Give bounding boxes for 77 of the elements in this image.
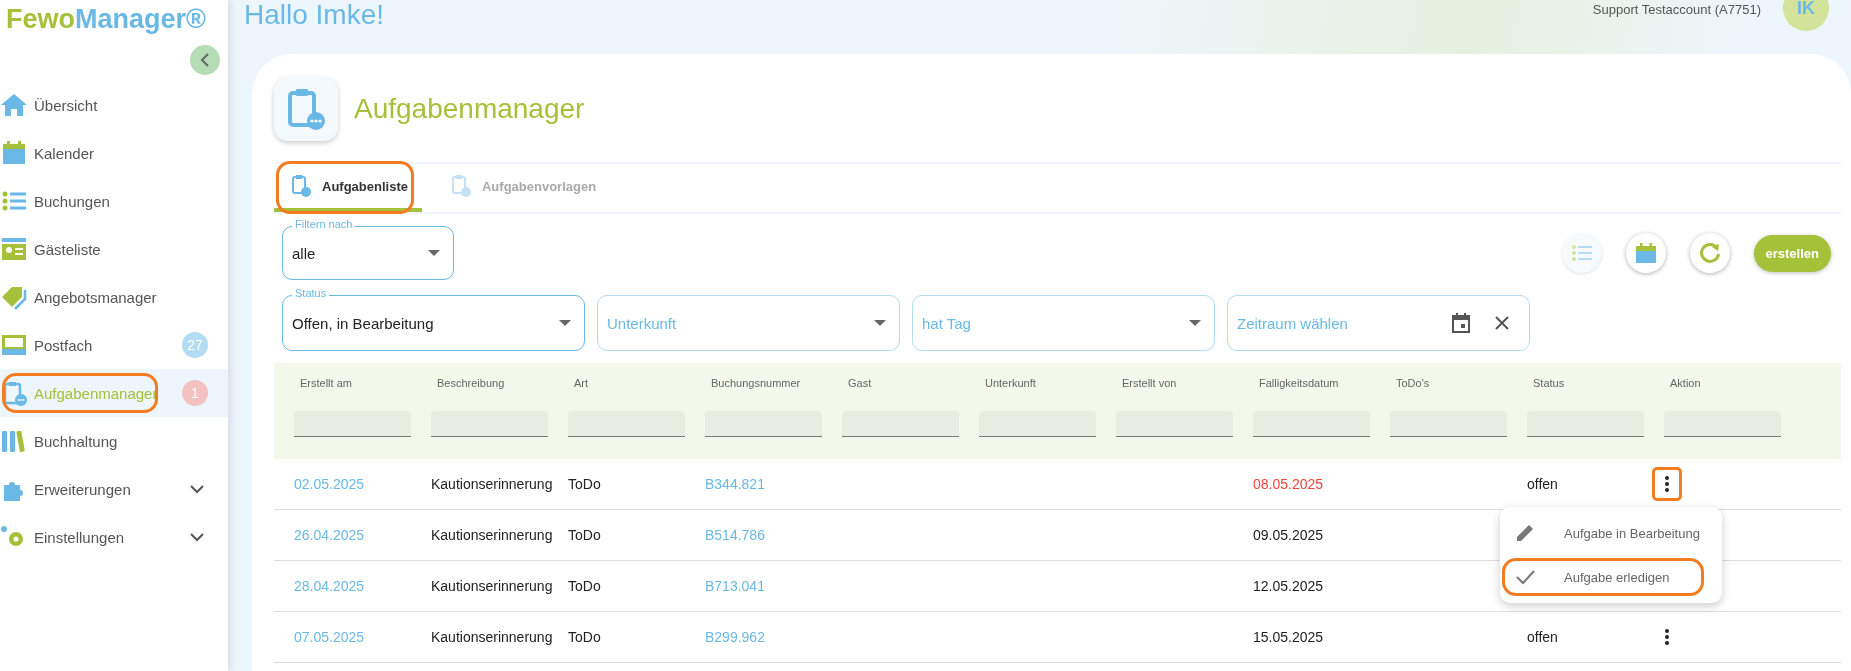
list-icon [1570, 243, 1593, 263]
menu-item[interactable]: Aufgabe in Bearbeitung [1500, 511, 1722, 555]
refresh-button[interactable] [1689, 233, 1730, 273]
table-cell-text: Kautionserinnerung [431, 476, 554, 492]
column-filter-field[interactable] [979, 411, 1096, 437]
table-cell-text: ToDo [568, 527, 602, 543]
more-options-icon [1664, 628, 1670, 646]
filter-select[interactable]: Status Offen, in Bearbeitung [282, 287, 585, 351]
column-filter-field[interactable] [705, 411, 822, 437]
column-header[interactable]: Aktion [1664, 377, 1701, 389]
nav-icon [0, 140, 28, 166]
tab[interactable]: Aufgabenliste [274, 164, 422, 212]
dropdown-arrow-icon [874, 320, 886, 326]
sidebar-item[interactable]: Buchhaltung [0, 417, 228, 465]
column-filter-field[interactable] [842, 411, 959, 437]
calendar-icon [1634, 242, 1657, 264]
clipboard-icon [274, 77, 338, 141]
column-header[interactable]: Erstellt am [294, 377, 352, 389]
page-title: Aufgabenmanager [354, 93, 585, 125]
sidebar-item[interactable]: Gästeliste [0, 225, 228, 273]
dropdown-arrow-icon [428, 250, 440, 256]
nav-icon [0, 92, 28, 118]
table-cell: offen [1527, 629, 1558, 645]
column-filter-field[interactable] [294, 411, 411, 437]
nav-icon [0, 428, 28, 454]
column-header[interactable]: ToDo's [1390, 377, 1430, 389]
table-cell-text: 15.05.2025 [1253, 629, 1325, 645]
greeting-heading: Hallo Imke! [244, 0, 386, 31]
column-filter-field[interactable] [568, 411, 685, 437]
clear-icon[interactable] [1494, 315, 1510, 331]
table-cell-text: Kautionserinnerung [431, 578, 554, 594]
dropdown-arrow-icon [559, 320, 571, 326]
table-cell-text: ToDo [568, 629, 602, 645]
column-filter-field[interactable] [1390, 411, 1507, 437]
column-filter-field[interactable] [1664, 411, 1781, 437]
table-cell-text: ToDo [568, 476, 602, 492]
collapse-button[interactable] [190, 45, 220, 75]
brand-logo: FewoManager® [5, 4, 207, 35]
sidebar-item[interactable]: Postfach 27 [0, 321, 228, 369]
column-header[interactable]: Erstellt von [1116, 377, 1177, 389]
more-options-icon [1664, 475, 1670, 493]
sidebar-item[interactable]: Kalender [0, 129, 228, 177]
table-cell-text: 09.05.2025 [1253, 527, 1325, 543]
menu-item[interactable]: Aufgabe erledigen [1500, 555, 1722, 599]
column-header[interactable]: Beschreibung [431, 377, 505, 389]
nav-icon [0, 284, 28, 310]
column-filter-field[interactable] [1116, 411, 1233, 437]
table-cell-text: Kautionserinnerung [431, 629, 554, 645]
sidebar-item[interactable]: Einstellungen [0, 513, 228, 561]
table-cell: offen [1527, 476, 1558, 492]
column-header[interactable]: Falligkeitsdatum [1253, 377, 1339, 389]
count-badge: 27 [182, 332, 208, 358]
column-header[interactable]: Buchungsnummer [705, 377, 801, 389]
column-header[interactable]: Status [1527, 377, 1565, 389]
sidebar-item[interactable]: Angebotsmanager [0, 273, 228, 321]
sidebar-item[interactable]: Übersicht [0, 81, 228, 129]
column-filter-field[interactable] [1253, 411, 1370, 437]
dropdown-arrow-icon [1189, 320, 1201, 326]
table-cell-text: ToDo [568, 578, 602, 594]
account-name: Support Testaccount (A7751) [1592, 1, 1761, 17]
column-header[interactable]: Art [568, 377, 589, 389]
column-header[interactable]: Unterkunft [979, 377, 1036, 389]
table-cell-text: 12.05.2025 [1253, 578, 1325, 594]
filter-select[interactable]: Filtern nach alle [282, 218, 454, 280]
column-filter-field[interactable] [1527, 411, 1644, 437]
sidebar-item[interactable]: Erweiterungen [0, 465, 228, 513]
table-cell-text: 08.05.2025 [1253, 476, 1325, 492]
refresh-icon [1697, 241, 1722, 265]
calendar-icon[interactable] [1452, 313, 1470, 333]
sidebar-item[interactable]: Buchungen [0, 177, 228, 225]
count-badge: 1 [182, 380, 208, 406]
pencil-icon [1514, 522, 1536, 544]
calendar-view-button[interactable] [1625, 233, 1666, 273]
table-cell-text: Kautionserinnerung [431, 527, 554, 543]
chevron-left-icon [200, 53, 210, 67]
column-header[interactable]: Gast [842, 377, 872, 389]
column-filter-field[interactable] [431, 411, 548, 437]
